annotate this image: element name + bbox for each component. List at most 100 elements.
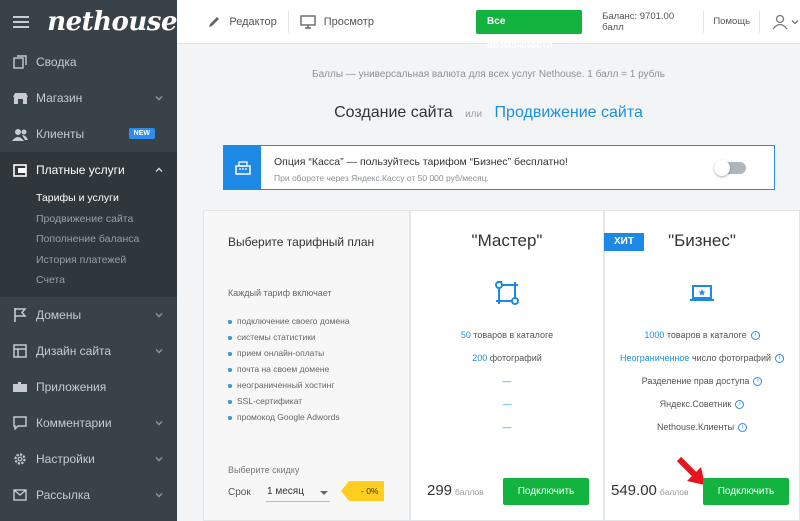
term-label: Срок — [228, 487, 251, 498]
users-icon — [12, 126, 28, 142]
all-features-button[interactable]: Все возможности — [476, 9, 583, 51]
help-link[interactable]: Помощь — [713, 16, 750, 27]
chevron-down-icon — [155, 420, 163, 425]
sidebar-header: nethouse — [0, 0, 177, 44]
business-price: 549.00 баллов — [611, 482, 689, 499]
master-no-feature: — — [502, 399, 512, 409]
sidebar-item-mailing[interactable]: Рассылка — [0, 477, 177, 513]
feature-item: системы статистики — [228, 329, 350, 345]
term-select[interactable]: 1 месяц — [266, 482, 330, 502]
submenu-item-invoices[interactable]: Счета — [0, 270, 177, 291]
business-price-currency: баллов — [659, 487, 689, 497]
master-no-feature: — — [502, 422, 512, 432]
chevron-down-icon — [155, 348, 163, 353]
top-bar: Редактор Просмотр Все возможности Баланс… — [177, 0, 800, 51]
kassa-title: Опция “Касса” — пользуйтесь тарифом “Биз… — [274, 156, 568, 168]
discount-label: Выберите скидку — [228, 465, 300, 475]
submenu-item-tariffs[interactable]: Тарифы и услуги — [0, 188, 177, 209]
comment-icon — [12, 415, 28, 431]
sidebar-item-label: Сводка — [36, 55, 77, 69]
shop-icon — [12, 90, 28, 106]
sidebar-item-paid-services[interactable]: Платные услуги — [0, 152, 177, 188]
business-access: Разделение прав доступа i — [605, 370, 799, 393]
sidebar-item-design[interactable]: Дизайн сайта — [0, 333, 177, 369]
chevron-down-icon — [155, 456, 163, 461]
nethouse-logo[interactable]: nethouse — [47, 7, 177, 37]
menu-icon[interactable] — [13, 16, 29, 28]
info-icon[interactable]: i — [735, 400, 745, 410]
laptop-star-icon — [690, 285, 714, 301]
chevron-down-icon — [155, 96, 163, 101]
sidebar-item-settings[interactable]: Настройки — [0, 441, 177, 477]
business-photos-text: число фотографий — [691, 353, 772, 363]
business-price-value: 549.00 — [611, 482, 657, 499]
divider — [759, 10, 760, 33]
user-menu[interactable] — [772, 14, 800, 30]
plan-info-column: Выберите тарифный план Каждый тариф вклю… — [203, 210, 410, 521]
dropdown-arrow-icon — [320, 491, 328, 495]
master-price-currency: баллов — [455, 487, 484, 497]
sidebar-item-summary[interactable]: Сводка — [0, 44, 177, 80]
business-products-num: 1000 — [644, 330, 665, 340]
kassa-toggle[interactable] — [714, 160, 746, 176]
each-plan-includes: Каждый тариф включает — [228, 288, 332, 298]
service-switch: Создание сайта или Продвижение сайта — [177, 104, 800, 122]
pencil-frame-icon — [495, 281, 519, 305]
sidebar-item-comments[interactable]: Комментарии — [0, 405, 177, 441]
sidebar-item-shop[interactable]: Магазин — [0, 80, 177, 116]
sidebar-item-label: Дизайн сайта — [36, 343, 112, 358]
sidebar-item-label: Клиенты — [36, 127, 85, 141]
business-products-text: товаров в каталоге — [666, 330, 747, 340]
sidebar-item-label: Приложения — [36, 379, 107, 394]
sidebar-item-label: Магазин — [36, 91, 83, 105]
master-products-text: товаров в каталоге — [473, 330, 554, 340]
sidebar-item-apps[interactable]: Приложения — [0, 369, 177, 405]
chevron-down-icon — [155, 312, 163, 317]
sidebar-item-label: Платные услуги — [36, 163, 125, 177]
kassa-subtitle: При обороте через Яндекс.Кассу от 50 000… — [274, 173, 489, 183]
master-products: 50 товаров в каталоге — [411, 324, 603, 347]
preview-button[interactable]: Просмотр — [289, 10, 385, 34]
plan-master-name: "Мастер" — [471, 231, 543, 250]
business-photos-num: Неограниченное — [619, 353, 690, 363]
chevron-down-icon — [155, 492, 163, 497]
sidebar-item-clients[interactable]: Клиенты NEW — [0, 116, 177, 152]
business-connect-button[interactable]: Подключить — [703, 478, 789, 505]
balance-text[interactable]: Баланс: 9701.00 балл — [602, 11, 695, 33]
info-icon[interactable]: i — [738, 423, 748, 433]
feature-item: подключение своего домена — [228, 313, 350, 329]
business-photos: Неограниченное число фотографий i — [605, 347, 799, 370]
business-clients: Nethouse.Клиенты i — [605, 416, 799, 439]
puzzle-icon — [12, 379, 28, 395]
info-icon[interactable]: i — [775, 354, 785, 364]
master-connect-button[interactable]: Подключить — [503, 478, 589, 505]
master-products-num: 50 — [460, 330, 471, 340]
plan-business-column: ХИТ "Бизнес" 1000 товаров в каталоге i Не… — [604, 210, 800, 521]
tab-site-creation[interactable]: Создание сайта — [334, 104, 453, 121]
cash-register-icon — [224, 146, 261, 189]
master-photos: 200 фотографий — [411, 347, 603, 370]
submenu-item-topup[interactable]: Пополнение баланса — [0, 229, 177, 250]
master-price-value: 299 — [427, 482, 453, 499]
master-no-feature: — — [502, 376, 512, 386]
main-content: Баллы — универсальная валюта для всех ус… — [177, 45, 800, 521]
chevron-up-icon — [155, 167, 163, 172]
flag-icon — [12, 307, 28, 323]
plan-master-features: 50 товаров в каталоге 200 фотографий — —… — [411, 324, 603, 439]
plan-master-column: "Мастер" 50 товаров в каталоге 200 фотог… — [410, 210, 604, 521]
submenu-item-payment-history[interactable]: История платежей — [0, 250, 177, 271]
submenu-item-promotion[interactable]: Продвижение сайта — [0, 209, 177, 230]
feature-item: SSL-сертификат — [228, 393, 350, 409]
info-icon[interactable]: i — [753, 377, 763, 387]
term-value: 1 месяц — [267, 486, 304, 497]
preview-label: Просмотр — [323, 15, 374, 28]
features-list: подключение своего домена системы статис… — [228, 313, 350, 425]
tab-site-promotion[interactable]: Продвижение сайта — [495, 104, 643, 121]
plans-table: Выберите тарифный план Каждый тариф вклю… — [203, 210, 800, 521]
sidebar-item-label: Рассылка — [36, 487, 91, 502]
info-icon[interactable]: i — [750, 331, 760, 341]
sidebar-item-domains[interactable]: Домены — [0, 297, 177, 333]
editor-button[interactable]: Редактор — [196, 10, 287, 34]
feature-item: почта на своем домене — [228, 361, 350, 377]
sidebar-nav: Сводка Магазин Клиенты NEW Платные услуг… — [0, 44, 177, 513]
